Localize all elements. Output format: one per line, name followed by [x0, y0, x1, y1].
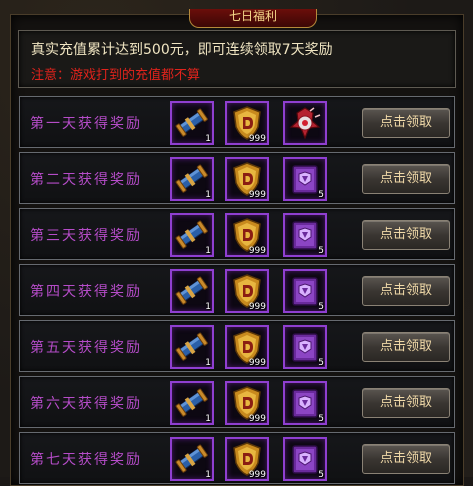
reward-slot[interactable]: 999 — [225, 157, 269, 201]
reward-slot[interactable]: 5 — [283, 269, 327, 313]
reward-day-label: 第二天获得奖励 — [30, 172, 142, 188]
reward-slot[interactable]: 5 — [283, 213, 327, 257]
reward-slot[interactable]: 999 — [225, 325, 269, 369]
reward-slot[interactable]: 1 — [170, 381, 214, 425]
reward-slot[interactable]: 1 — [170, 213, 214, 257]
reward-day-label: 第四天获得奖励 — [30, 284, 142, 300]
item-count: 1 — [205, 470, 211, 480]
panel-title: 七日福利 — [189, 9, 317, 28]
claim-button[interactable]: 点击领取 — [362, 388, 450, 418]
item-count: 1 — [205, 302, 211, 312]
reward-slot[interactable]: 999 — [225, 381, 269, 425]
reward-row: 第二天获得奖励 1 999 5 点击领取 — [19, 152, 455, 204]
item-count: 5 — [318, 414, 324, 424]
notice-text: 真实充值累计达到500元，即可连续领取7天奖励 — [31, 42, 333, 58]
reward-row: 第三天获得奖励 1 999 5 点击领取 — [19, 208, 455, 260]
reward-slot[interactable]: 5 — [283, 325, 327, 369]
item-count: 5 — [318, 190, 324, 200]
reward-slot[interactable]: 5 — [283, 157, 327, 201]
reward-slot[interactable]: 1 — [170, 437, 214, 481]
item-count: 999 — [248, 302, 266, 312]
reward-slot[interactable]: 999 — [225, 101, 269, 145]
claim-button[interactable]: 点击领取 — [362, 276, 450, 306]
item-count: 1 — [205, 190, 211, 200]
reward-row: 第六天获得奖励 1 999 5 点击领取 — [19, 376, 455, 428]
reward-row: 第一天获得奖励 1 999 点击领取 — [19, 96, 455, 148]
item-count: 999 — [248, 190, 266, 200]
notice-box: 真实充值累计达到500元，即可连续领取7天奖励 注意：游戏打到的充值都不算 — [18, 30, 456, 88]
item-count: 999 — [248, 358, 266, 368]
item-count: 1 — [205, 246, 211, 256]
reward-day-label: 第三天获得奖励 — [30, 228, 142, 244]
item-count: 1 — [205, 358, 211, 368]
reward-day-label: 第六天获得奖励 — [30, 396, 142, 412]
claim-button[interactable]: 点击领取 — [362, 332, 450, 362]
reward-row: 第四天获得奖励 1 999 5 点击领取 — [19, 264, 455, 316]
claim-button[interactable]: 点击领取 — [362, 108, 450, 138]
claim-button[interactable]: 点击领取 — [362, 444, 450, 474]
reward-slot[interactable]: 1 — [170, 157, 214, 201]
item-count: 999 — [248, 246, 266, 256]
reward-slot[interactable]: 1 — [170, 269, 214, 313]
claim-button[interactable]: 点击领取 — [362, 164, 450, 194]
reward-slot[interactable]: 999 — [225, 269, 269, 313]
reward-day-label: 第五天获得奖励 — [30, 340, 142, 356]
item-count: 5 — [318, 302, 324, 312]
reward-slot[interactable]: 1 — [170, 101, 214, 145]
item-count: 1 — [205, 134, 211, 144]
item-count: 1 — [205, 414, 211, 424]
reward-slot[interactable]: 1 — [170, 325, 214, 369]
claim-button[interactable]: 点击领取 — [362, 220, 450, 250]
reward-slot[interactable]: 999 — [225, 437, 269, 481]
item-count: 999 — [248, 414, 266, 424]
reward-slot[interactable]: 5 — [283, 381, 327, 425]
item-count: 999 — [248, 470, 266, 480]
reward-day-label: 第一天获得奖励 — [30, 116, 142, 132]
reward-slot[interactable]: 999 — [225, 213, 269, 257]
reward-row: 第五天获得奖励 1 999 5 点击领取 — [19, 320, 455, 372]
item-count: 5 — [318, 358, 324, 368]
reward-day-label: 第七天获得奖励 — [30, 452, 142, 468]
item-count: 5 — [318, 246, 324, 256]
warning-text: 注意：游戏打到的充值都不算 — [31, 68, 201, 83]
reward-row: 第七天获得奖励 1 999 5 点击领取 — [19, 432, 455, 484]
reward-slot[interactable]: 5 — [283, 437, 327, 481]
reward-slot[interactable] — [283, 101, 327, 145]
item-count: 999 — [248, 134, 266, 144]
item-count: 5 — [318, 470, 324, 480]
